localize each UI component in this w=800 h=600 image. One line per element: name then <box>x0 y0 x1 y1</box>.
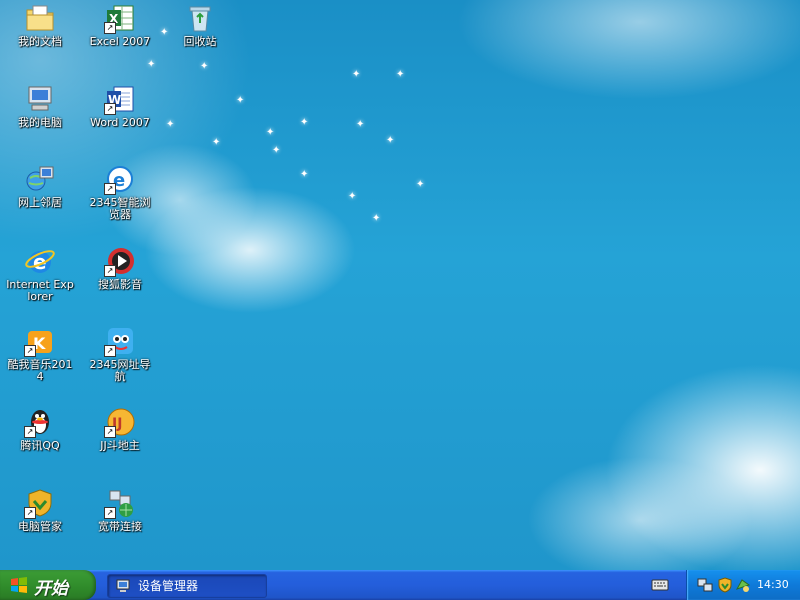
icon-label: 宽带连接 <box>98 520 142 533</box>
icon-label: Internet Explorer <box>6 278 74 303</box>
desktop-icon-my-documents[interactable]: 我的文档 <box>5 2 75 48</box>
pc-manager-icon: ↗ <box>24 487 56 519</box>
taskbar-button-label: 设备管理器 <box>138 579 199 593</box>
star-decoration: ✦ <box>266 127 275 138</box>
star-decoration: ✦ <box>416 179 425 190</box>
excel-icon: X ↗ <box>104 2 136 34</box>
icon-label: 我的电脑 <box>18 116 62 129</box>
nav-2345-icon: ↗ <box>104 325 136 357</box>
shortcut-arrow-icon: ↗ <box>104 507 116 519</box>
icon-label: Excel 2007 <box>89 35 151 48</box>
pc-manager-tray-icon[interactable] <box>735 577 751 593</box>
icon-label: JJ斗地主 <box>100 439 140 452</box>
security-shield-icon[interactable] <box>717 577 733 593</box>
icon-label: 2345智能浏览器 <box>89 196 151 221</box>
desktop-icon-internet-explorer[interactable]: e Internet Explorer <box>5 245 75 303</box>
ie-icon: e <box>24 245 56 277</box>
star-decoration: ✦ <box>272 145 281 156</box>
shortcut-arrow-icon: ↗ <box>24 345 36 357</box>
network-status-icon[interactable] <box>697 577 713 593</box>
start-button[interactable]: 开始 <box>0 570 96 600</box>
shortcut-arrow-icon: ↗ <box>104 22 116 34</box>
browser-2345-icon: e ↗ <box>104 163 136 195</box>
desktop-icon-word[interactable]: W ↗ Word 2007 <box>85 83 155 129</box>
star-decoration: ✦ <box>372 213 381 224</box>
desktop-icon-2345-browser[interactable]: e ↗ 2345智能浏览器 <box>85 163 155 221</box>
shortcut-arrow-icon: ↗ <box>24 426 36 438</box>
star-decoration: ✦ <box>396 69 405 80</box>
star-decoration: ✦ <box>236 95 245 106</box>
star-decoration: ✦ <box>147 59 156 70</box>
icon-label: 回收站 <box>183 35 217 48</box>
folder-documents-icon <box>24 2 56 34</box>
taskbar-button-device-manager[interactable]: 设备管理器 <box>107 574 267 598</box>
computer-icon <box>24 83 56 115</box>
broadband-icon: ↗ <box>104 487 136 519</box>
icon-label: 腾讯QQ <box>20 439 60 452</box>
shortcut-arrow-icon: ↗ <box>104 345 116 357</box>
desktop-icon-kuwo-music[interactable]: K ↗ 酷我音乐2014 <box>5 325 75 383</box>
desktop-icon-network[interactable]: 网上邻居 <box>5 163 75 209</box>
star-decoration: ✦ <box>300 169 309 180</box>
shortcut-arrow-icon: ↗ <box>104 265 116 277</box>
start-label: 开始 <box>34 579 68 599</box>
star-decoration: ✦ <box>166 119 175 130</box>
sohu-video-icon: ↗ <box>104 245 136 277</box>
clock[interactable]: 14:30 <box>757 570 789 600</box>
star-decoration: ✦ <box>212 137 221 148</box>
star-decoration: ✦ <box>356 119 365 130</box>
icon-label: 2345网址导航 <box>89 358 151 383</box>
icon-label: Word 2007 <box>90 116 150 129</box>
shortcut-arrow-icon: ↗ <box>24 507 36 519</box>
desktop-icon-pc-manager[interactable]: ↗ 电脑管家 <box>5 487 75 533</box>
icon-label: 我的文档 <box>18 35 62 48</box>
icon-label: 电脑管家 <box>18 520 62 533</box>
star-decoration: ✦ <box>300 117 309 128</box>
desktop-icon-recycle-bin[interactable]: 回收站 <box>165 2 235 48</box>
desktop: ✦ ✦ ✦ ✦ ✦ ✦ ✦ ✦ ✦ ✦ ✦ ✦ ✦ ✦ ✦ ✦ ✦ 我的文档 我… <box>0 0 800 570</box>
recycle-bin-icon <box>184 2 216 34</box>
device-manager-icon <box>116 579 130 592</box>
star-decoration: ✦ <box>200 61 209 72</box>
taskbar: 开始 设备管理器 <box>0 570 800 600</box>
desktop-icon-2345-nav[interactable]: ↗ 2345网址导航 <box>85 325 155 383</box>
desktop-icon-broadband[interactable]: ↗ 宽带连接 <box>85 487 155 533</box>
desktop-icon-excel[interactable]: X ↗ Excel 2007 <box>85 2 155 48</box>
shortcut-arrow-icon: ↗ <box>104 103 116 115</box>
desktop-icon-jj-game[interactable]: JJ ↗ JJ斗地主 <box>85 406 155 452</box>
windows-logo-icon <box>11 577 27 593</box>
network-icon <box>24 163 56 195</box>
star-decoration: ✦ <box>348 191 357 202</box>
icon-label: 酷我音乐2014 <box>7 358 73 383</box>
star-decoration: ✦ <box>386 135 395 146</box>
word-icon: W ↗ <box>104 83 136 115</box>
kuwo-music-icon: K ↗ <box>24 325 56 357</box>
desktop-icon-my-computer[interactable]: 我的电脑 <box>5 83 75 129</box>
desktop-icon-qq[interactable]: ↗ 腾讯QQ <box>5 406 75 452</box>
desktop-icon-sohu-video[interactable]: ↗ 搜狐影音 <box>85 245 155 291</box>
keyboard-icon[interactable] <box>651 577 669 593</box>
qq-icon: ↗ <box>24 406 56 438</box>
jj-game-icon: JJ ↗ <box>104 406 136 438</box>
shortcut-arrow-icon: ↗ <box>104 183 116 195</box>
star-decoration: ✦ <box>352 69 361 80</box>
icon-label: 搜狐影音 <box>98 278 142 291</box>
shortcut-arrow-icon: ↗ <box>104 426 116 438</box>
icon-label: 网上邻居 <box>18 196 62 209</box>
